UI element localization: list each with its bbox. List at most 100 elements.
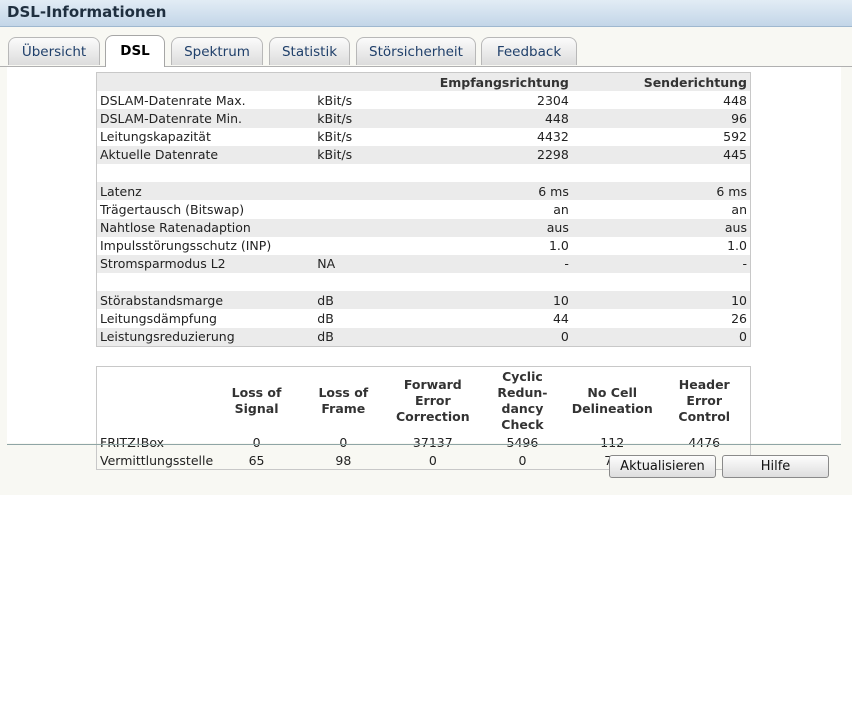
error-counter-value: 112 <box>600 434 625 450</box>
error-column-header: Cyclic Redun-dancy Check <box>479 367 566 434</box>
error-column-header-line2: Correction <box>395 409 470 424</box>
error-column-header-line2: Delineation <box>571 401 653 416</box>
tab-spektrum[interactable]: Spektrum <box>171 37 263 65</box>
error-column-header: No Cell Delineation <box>566 367 658 434</box>
row-unit <box>314 273 404 291</box>
error-counter-value: 4476 <box>688 434 721 450</box>
table-row: DSLAM-Datenrate Max. kBit/s 2304 448 <box>97 91 751 109</box>
row-unit <box>314 182 405 201</box>
row-label: Leitungskapazität <box>100 129 211 145</box>
row-unit <box>314 237 404 255</box>
row-label: Trägertausch (Bitswap) <box>100 201 245 217</box>
error-column-header-line1: No Cell <box>587 385 638 400</box>
row-upstream-value: 0 <box>571 327 751 347</box>
row-upstream-value <box>572 273 751 291</box>
error-column-header: Loss of Signal <box>213 367 300 434</box>
tab-dsl[interactable]: DSL <box>105 35 165 67</box>
row-downstream-value: - <box>404 254 572 274</box>
column-header-upstream: Senderichtung <box>571 72 751 92</box>
error-counter-value: 98 <box>335 452 352 468</box>
error-table-header-row: Loss of Signal Loss of Frame Forward Error Co… <box>97 367 751 434</box>
row-unit: kBit/s <box>317 129 353 145</box>
error-column-header-line1: Cyclic Redun- <box>497 369 548 400</box>
help-button[interactable]: Hilfe <box>722 455 829 478</box>
table-row: Leistungsreduzierung dB 0 0 <box>96 327 751 347</box>
row-label <box>97 273 315 291</box>
error-counter-value: 0 <box>252 434 261 450</box>
table-row: Impulsstörungsschutz (INP) 1.0 1.0 <box>97 237 751 255</box>
row-label: DSLAM-Datenrate Max. <box>100 92 246 108</box>
error-column-header-line2: Signal <box>234 401 279 416</box>
error-column-header-line2: dancy Check <box>501 401 544 432</box>
table-row: Latenz 6 ms 6 ms <box>96 182 751 201</box>
row-unit <box>314 200 404 218</box>
error-counter-value: 0 <box>428 452 437 468</box>
row-upstream-value: aus <box>571 218 751 237</box>
error-column-header-line1: Loss of <box>231 385 282 400</box>
row-downstream-value: 448 <box>404 109 572 128</box>
row-unit: kBit/s <box>314 145 405 164</box>
row-downstream-value: 10 <box>404 291 572 310</box>
row-unit <box>314 164 404 182</box>
row-upstream-value: 1.0 <box>727 238 747 254</box>
error-counter-value: 65 <box>248 452 265 468</box>
error-column-header: Forward Error Correction <box>387 367 479 434</box>
row-upstream-value: 592 <box>723 129 747 145</box>
error-column-header-line1: Forward Error <box>403 377 462 408</box>
row-label: DSLAM-Datenrate Min. <box>96 109 315 128</box>
row-upstream-value: - <box>571 254 751 274</box>
tab-statistik[interactable]: Statistik <box>269 37 350 65</box>
row-upstream-value: 96 <box>571 109 751 128</box>
table-row: Trägertausch (Bitswap) an an <box>97 200 751 218</box>
row-downstream-value: an <box>553 201 569 217</box>
dsl-info-table: Empfangsrichtung Senderichtung DSLAM-Dat… <box>96 72 751 347</box>
row-downstream-value <box>404 164 572 182</box>
row-label: Nahtlose Ratenadaption <box>96 218 315 237</box>
refresh-button[interactable]: Aktualisieren <box>609 455 716 478</box>
row-label: Störabstandsmarge <box>96 291 315 310</box>
error-counter-value: 0 <box>339 434 348 450</box>
table-row: Leitungsdämpfung dB 44 26 <box>97 309 751 327</box>
tab-uebersicht[interactable]: Übersicht <box>8 37 100 65</box>
row-upstream-value: 445 <box>571 145 751 164</box>
tab-feedback[interactable]: Feedback <box>481 37 577 65</box>
row-label: Latenz <box>96 182 315 201</box>
tab-stoersicherheit[interactable]: Störsicherheit <box>356 37 476 65</box>
column-header-label <box>96 72 315 92</box>
row-downstream-value: 2304 <box>537 92 569 108</box>
error-column-header-line1: Loss of <box>318 385 369 400</box>
table-row: Aktuelle Datenrate kBit/s 2298 445 <box>96 145 751 164</box>
content-area: Übersicht DSL Spektrum Statistik Störsic… <box>0 27 852 495</box>
row-downstream-value: 6 ms <box>404 182 572 201</box>
title-bar: DSL-Informationen <box>0 0 852 27</box>
row-label <box>97 164 315 182</box>
footer-divider <box>7 444 841 445</box>
row-downstream-value: 44 <box>552 311 569 327</box>
row-upstream-value: 26 <box>731 311 747 327</box>
error-column-header: Loss of Frame <box>300 367 387 434</box>
row-upstream-value: an <box>731 201 747 217</box>
error-counter-value: 5496 <box>506 434 539 450</box>
table-row: Stromsparmodus L2 NA - - <box>96 254 751 274</box>
error-row-label: Vermittlungsstelle <box>100 452 214 468</box>
table-header-row: Empfangsrichtung Senderichtung <box>96 72 751 92</box>
row-unit: kBit/s <box>317 92 353 108</box>
error-column-header: Header Error Control <box>658 367 750 434</box>
row-label: Aktuelle Datenrate <box>96 145 315 164</box>
row-upstream-value: 448 <box>723 92 747 108</box>
error-counter-value: 0 <box>518 452 527 468</box>
row-downstream-value: 0 <box>404 327 572 347</box>
row-downstream-value <box>404 273 572 291</box>
row-downstream-value: 2298 <box>404 145 572 164</box>
table-row <box>97 164 751 182</box>
row-label: Stromsparmodus L2 <box>96 254 315 274</box>
row-label: Leistungsreduzierung <box>96 327 315 347</box>
table-row: Leitungskapazität kBit/s 4432 592 <box>97 128 751 146</box>
row-upstream-value: 10 <box>571 291 751 310</box>
error-column-header-label <box>97 367 214 434</box>
page-title: DSL-Informationen <box>7 3 167 21</box>
column-header-unit <box>314 72 405 92</box>
error-column-header-line2: Control <box>678 409 731 424</box>
error-column-header-line1: Header Error <box>678 377 730 408</box>
table-row: Nahtlose Ratenadaption aus aus <box>96 218 751 237</box>
